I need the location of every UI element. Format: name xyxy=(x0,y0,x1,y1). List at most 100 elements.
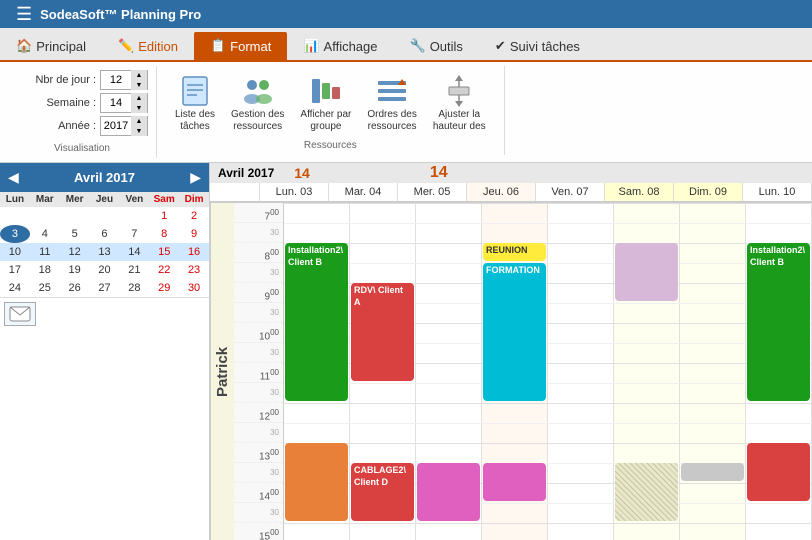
ajuster-hauteur-button[interactable]: Ajuster lahauteur des xyxy=(427,70,492,136)
cal-day-3-4[interactable]: 21 xyxy=(119,261,149,279)
event-6[interactable] xyxy=(285,443,348,521)
cal-day-3-3[interactable]: 20 xyxy=(90,261,120,279)
annee-spinner[interactable]: ▲ ▼ xyxy=(100,116,148,136)
time-slot-15-00: 1500 xyxy=(234,523,283,540)
event-7[interactable]: CABLAGE2\ Client D xyxy=(351,463,414,521)
ribbon-content: Nbr de jour : ▲ ▼ Semaine : ▲ xyxy=(0,60,812,162)
cal-day-0-0[interactable] xyxy=(0,207,30,225)
cal-day-3-2[interactable]: 19 xyxy=(60,261,90,279)
day-header-5: Sam. 08 xyxy=(605,183,674,201)
cal-day-1-5[interactable]: 8 xyxy=(149,225,179,243)
annee-down[interactable]: ▼ xyxy=(131,126,147,136)
cal-day-2-5[interactable]: 15 xyxy=(149,243,179,261)
time-slot-7-00: 700 xyxy=(234,203,283,223)
app-title: SodeaSoft™ Planning Pro xyxy=(40,7,201,22)
col-grid: Installation2\ Client BRDV\ Client AREUN… xyxy=(284,203,812,540)
cal-day-4-2[interactable]: 26 xyxy=(60,279,90,297)
cal-day-2-2[interactable]: 12 xyxy=(60,243,90,261)
cal-day-4-5[interactable]: 29 xyxy=(149,279,179,297)
cal-day-4-0[interactable]: 24 xyxy=(0,279,30,297)
cal-day-1-2[interactable]: 5 xyxy=(60,225,90,243)
nbr-jour-spinner[interactable]: ▲ ▼ xyxy=(100,70,148,90)
tab-suivitaches-label: Suivi tâches xyxy=(510,39,580,54)
nbr-jour-input[interactable] xyxy=(101,71,131,89)
tab-format[interactable]: 📋 Format xyxy=(194,32,287,60)
cal-day-1-3[interactable]: 6 xyxy=(90,225,120,243)
annee-input[interactable] xyxy=(101,117,131,135)
annee-up[interactable]: ▲ xyxy=(131,116,147,126)
event-2[interactable]: REUNION xyxy=(483,243,546,261)
afficher-groupe-button[interactable]: Afficher pargroupe xyxy=(294,70,357,136)
day-0-label: Lun. 03 xyxy=(276,186,313,198)
day-2-label: Mer. 05 xyxy=(414,186,451,198)
cal-day-4-3[interactable]: 27 xyxy=(90,279,120,297)
tab-affichage[interactable]: 📊 Affichage xyxy=(287,32,393,60)
cal-day-0-1[interactable] xyxy=(30,207,60,225)
hamburger-button[interactable]: ☰ xyxy=(8,4,40,25)
cal-day-2-0[interactable]: 10 xyxy=(0,243,30,261)
cal-day-1-1[interactable]: 4 xyxy=(30,225,60,243)
cal-day-2-4[interactable]: 14 xyxy=(119,243,149,261)
nbr-jour-up[interactable]: ▲ xyxy=(131,70,147,80)
cal-day-4-4[interactable]: 28 xyxy=(119,279,149,297)
cal-header-jeu: Jeu xyxy=(90,192,120,207)
tab-outils[interactable]: 🔧 Outils xyxy=(394,32,479,60)
cal-day-3-0[interactable]: 17 xyxy=(0,261,30,279)
cal-day-2-1[interactable]: 11 xyxy=(30,243,60,261)
cal-day-0-6[interactable]: 2 xyxy=(179,207,209,225)
cal-day-2-6[interactable]: 16 xyxy=(179,243,209,261)
event-10[interactable] xyxy=(615,463,678,521)
cal-day-4-6[interactable]: 30 xyxy=(179,279,209,297)
visualisation-label: Visualisation xyxy=(16,143,148,154)
gestion-ressources-label: Gestion desressources xyxy=(231,109,284,133)
cal-day-4-1[interactable]: 25 xyxy=(30,279,60,297)
semaine-spinner[interactable]: ▲ ▼ xyxy=(100,93,148,113)
day-7-label: Lun. 10 xyxy=(759,186,796,198)
semaine-input[interactable] xyxy=(101,94,131,112)
tab-edition-label: Edition xyxy=(138,39,178,54)
event-9[interactable] xyxy=(483,463,546,501)
event-11[interactable] xyxy=(681,463,744,481)
next-month-button[interactable]: ▶ xyxy=(186,167,205,188)
event-5[interactable]: Installation2\ Client B xyxy=(747,243,810,401)
prev-month-button[interactable]: ◀ xyxy=(4,167,23,188)
cal-day-1-4[interactable]: 7 xyxy=(119,225,149,243)
tab-suivitaches[interactable]: ✔ Suivi tâches xyxy=(479,32,596,60)
cal-day-1-6[interactable]: 9 xyxy=(179,225,209,243)
event-0[interactable]: Installation2\ Client B xyxy=(285,243,348,401)
time-slot-9-00: 900 xyxy=(234,283,283,303)
tab-edition[interactable]: ✏️ Edition xyxy=(102,32,194,60)
event-8[interactable] xyxy=(417,463,480,521)
cal-day-2-3[interactable]: 13 xyxy=(90,243,120,261)
ressources-group-label: Ressources xyxy=(304,140,357,151)
ordres-ressources-label: Ordres desressources xyxy=(367,109,416,133)
mini-calendar-nav: ◀ Avril 2017 ▶ xyxy=(0,163,209,192)
cal-day-0-3[interactable] xyxy=(90,207,120,225)
semaine-down[interactable]: ▼ xyxy=(131,103,147,113)
nbr-jour-down[interactable]: ▼ xyxy=(131,80,147,90)
cal-day-3-6[interactable]: 23 xyxy=(179,261,209,279)
afficher-groupe-label: Afficher pargroupe xyxy=(300,109,351,133)
event-12[interactable] xyxy=(747,443,810,501)
cal-day-0-2[interactable] xyxy=(60,207,90,225)
mini-calendar-title: Avril 2017 xyxy=(27,170,182,185)
schedule-wrapper: Avril 2017 14 14 Lun. 03 Mar. 04 Mer. 05… xyxy=(210,163,812,540)
cal-day-3-5[interactable]: 22 xyxy=(149,261,179,279)
cal-day-0-4[interactable] xyxy=(119,207,149,225)
day-header-4: Ven. 07 xyxy=(536,183,605,201)
ribbon: 🏠 Principal ✏️ Edition 📋 Format 📊 Affich… xyxy=(0,28,812,163)
event-4[interactable] xyxy=(615,243,678,301)
cal-day-3-1[interactable]: 18 xyxy=(30,261,60,279)
gestion-ressources-button[interactable]: Gestion desressources xyxy=(225,70,290,136)
semaine-up[interactable]: ▲ xyxy=(131,93,147,103)
event-3[interactable]: FORMATION xyxy=(483,263,546,401)
time-slot-13-30: 30 xyxy=(234,463,283,483)
event-1[interactable]: RDV\ Client A xyxy=(351,283,414,381)
cal-day-0-5[interactable]: 1 xyxy=(149,207,179,225)
ordres-ressources-button[interactable]: Ordres desressources xyxy=(361,70,422,136)
cal-day-1-0[interactable]: 3 xyxy=(0,225,30,243)
schedule-body-row: Patrick 70030800309003010003011003012003… xyxy=(210,203,812,540)
tab-principal[interactable]: 🏠 Principal xyxy=(0,32,102,60)
liste-taches-button[interactable]: Liste destâches xyxy=(169,70,221,136)
email-icon[interactable] xyxy=(4,302,36,326)
